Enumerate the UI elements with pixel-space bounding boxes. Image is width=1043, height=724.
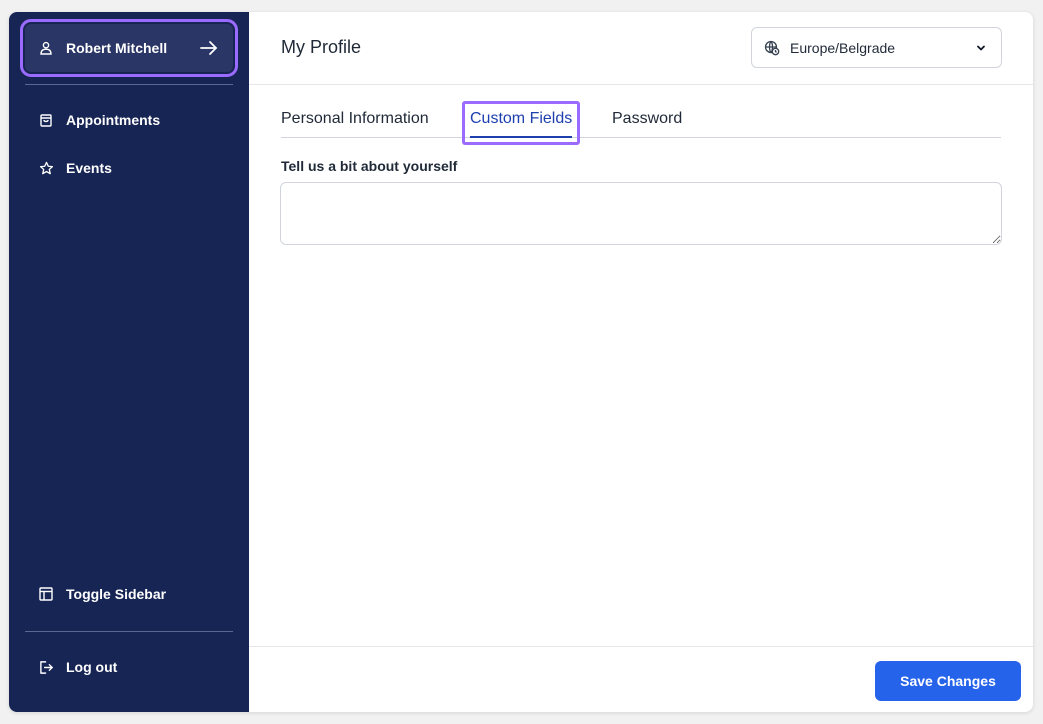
active-tab-indicator	[470, 136, 572, 138]
layout-sidebar-icon	[38, 586, 54, 602]
globe-clock-icon	[764, 40, 780, 56]
logout-icon	[38, 659, 54, 675]
form-footer: Save Changes	[249, 646, 1033, 712]
sidebar-item-label: Appointments	[66, 112, 161, 128]
about-textarea[interactable]	[280, 182, 1002, 245]
sidebar-divider	[25, 84, 233, 85]
main-header: My Profile Europe/Belgrade	[249, 12, 1033, 85]
app-window: Robert Mitchell Appointments Events Togg…	[9, 12, 1033, 712]
sidebar-item-label: Log out	[66, 659, 118, 675]
user-icon	[38, 40, 54, 56]
star-icon	[38, 160, 54, 176]
sidebar-item-toggle-sidebar[interactable]: Toggle Sidebar	[25, 576, 233, 612]
sidebar-user-name: Robert Mitchell	[66, 40, 168, 56]
page-title: My Profile	[281, 37, 362, 57]
tab-personal-information[interactable]: Personal Information	[281, 110, 429, 128]
sidebar-item-label: Events	[66, 160, 112, 176]
sidebar-item-label: Toggle Sidebar	[66, 586, 167, 602]
about-label: Tell us a bit about yourself	[281, 158, 458, 174]
sidebar-user-profile[interactable]: Robert Mitchell	[20, 19, 238, 77]
shopping-bag-icon	[38, 112, 54, 128]
tab-password[interactable]: Password	[612, 110, 682, 128]
sidebar-item-events[interactable]: Events	[25, 150, 233, 186]
arrow-right-icon	[199, 38, 219, 58]
sidebar: Robert Mitchell Appointments Events Togg…	[9, 12, 249, 712]
save-changes-button[interactable]: Save Changes	[875, 661, 1021, 701]
chevron-down-icon	[973, 40, 989, 56]
sidebar-item-logout[interactable]: Log out	[25, 649, 233, 685]
timezone-value: Europe/Belgrade	[790, 39, 896, 56]
sidebar-divider	[25, 631, 233, 632]
profile-tabs: Personal Information Custom Fields Passw…	[281, 98, 1001, 145]
sidebar-item-appointments[interactable]: Appointments	[25, 102, 233, 138]
timezone-select[interactable]: Europe/Belgrade	[751, 27, 1002, 68]
tab-custom-fields[interactable]: Custom Fields	[470, 110, 572, 128]
